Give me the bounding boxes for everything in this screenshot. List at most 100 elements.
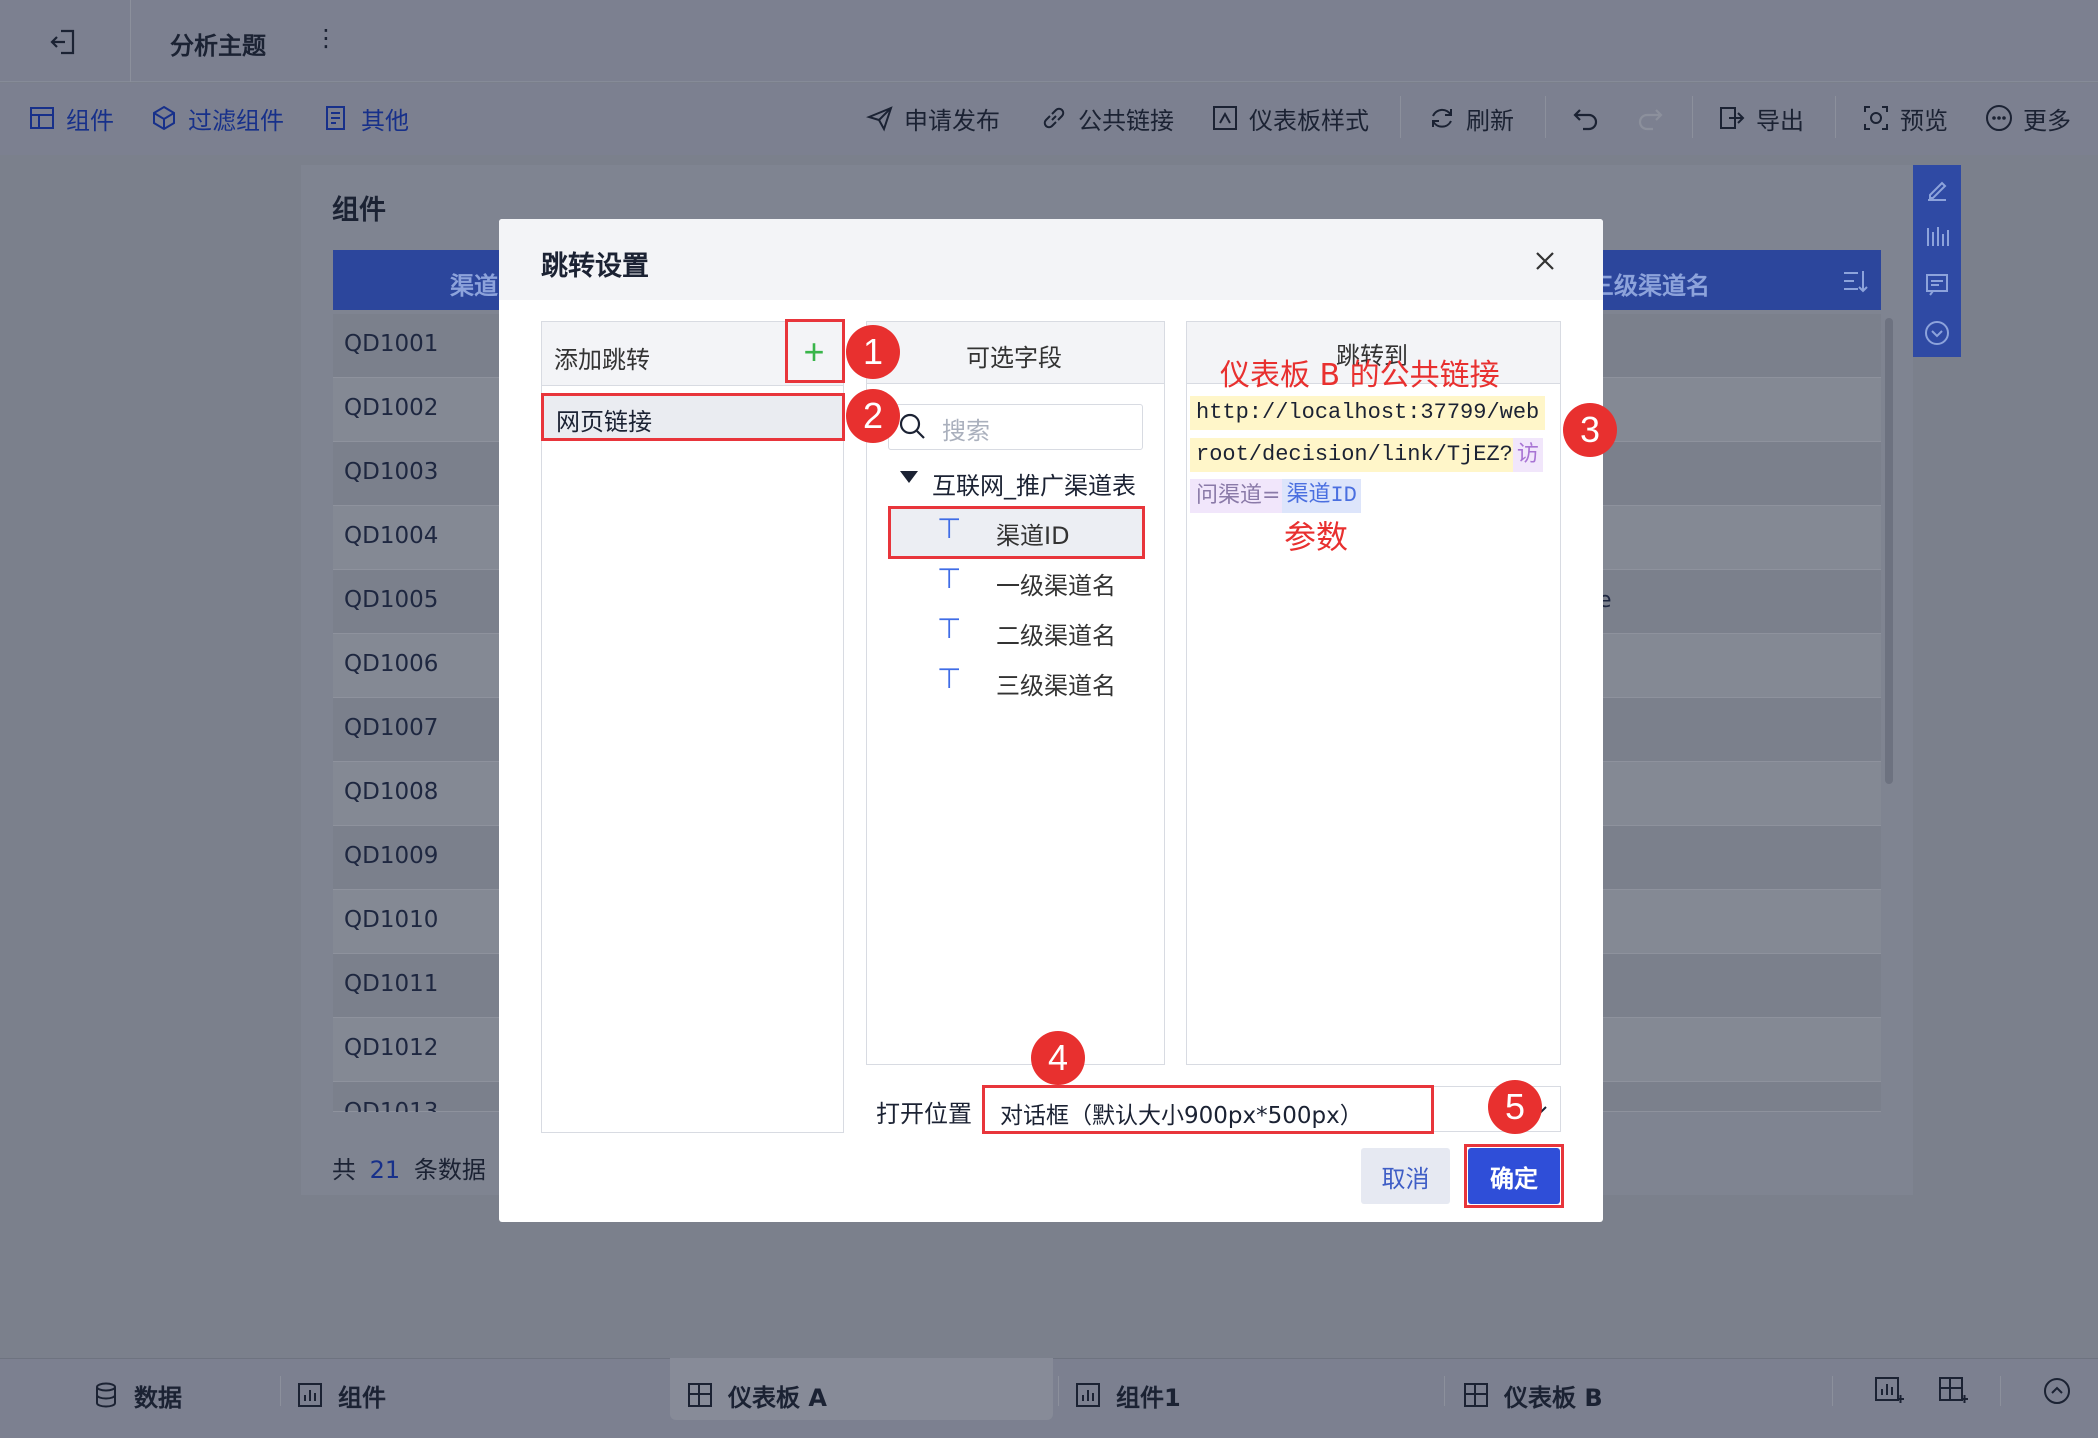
tab-dashboard-a-label: 仪表板 A	[728, 1383, 827, 1412]
search-icon	[896, 410, 928, 442]
style-icon	[1213, 106, 1237, 130]
edit-icon[interactable]	[1922, 176, 1952, 206]
footer-count: 21	[369, 1156, 401, 1184]
jump-list-panel	[541, 321, 844, 1133]
refresh-icon	[1432, 108, 1452, 128]
highlight-field-channel-id	[888, 506, 1145, 559]
link-icon	[1043, 107, 1065, 129]
url-line-2-tail: 访	[1512, 438, 1543, 472]
table-cell-channel-id: QD1006	[344, 651, 439, 677]
dashboard-icon	[688, 1383, 712, 1407]
public-link-label: 公共链接	[1078, 106, 1174, 135]
tab-dashboard-a[interactable]: 仪表板 A	[686, 1375, 827, 1415]
collapse-up-icon[interactable]	[2040, 1374, 2074, 1408]
field-item[interactable]: 二级渠道名	[996, 616, 1116, 651]
highlight-confirm	[1464, 1144, 1564, 1208]
table-header-channel: 渠道	[450, 272, 498, 300]
table-cell-channel-id: QD1002	[344, 395, 439, 421]
send-icon	[866, 106, 893, 132]
other-label: 其他	[361, 106, 409, 135]
add-jump-label: 添加跳转	[554, 346, 650, 374]
tab-component1-label: 组件1	[1116, 1383, 1181, 1412]
title-menu-button[interactable]: ⋮	[314, 24, 338, 52]
filter-component-button[interactable]: 过滤组件	[150, 100, 284, 136]
text-field-icon: ⊤	[937, 563, 962, 594]
other-button[interactable]: 其他	[323, 100, 409, 136]
divider	[1545, 96, 1546, 138]
table-cell-channel-id: QD1009	[344, 843, 439, 869]
divider	[1400, 96, 1401, 138]
refresh-label: 刷新	[1466, 106, 1514, 135]
url-param-channel-id[interactable]: 渠道ID	[1282, 479, 1361, 513]
preview-icon	[1864, 106, 1888, 130]
table-cell-channel-id: QD1003	[344, 459, 439, 485]
text-field-icon: ⊤	[937, 663, 962, 694]
table-cell-channel-id: QD1001	[344, 331, 439, 357]
table-scrollbar[interactable]	[1885, 318, 1893, 784]
dashboard-style-label: 仪表板样式	[1249, 106, 1369, 135]
search-placeholder: 搜索	[942, 417, 990, 445]
footer-suffix: 条数据	[413, 1156, 486, 1184]
export-icon	[1720, 107, 1745, 129]
dialog-header	[499, 219, 1603, 300]
jump-to-panel	[1186, 321, 1561, 1065]
dashboard-style-button[interactable]: 仪表板样式	[1211, 100, 1369, 136]
expand-caret-icon[interactable]	[900, 471, 918, 483]
badge-4: 4	[1031, 1031, 1085, 1085]
redo-icon[interactable]	[1634, 100, 1666, 136]
preview-button[interactable]: 预览	[1862, 100, 1948, 136]
export-label: 导出	[1756, 106, 1804, 135]
dashboard-icon	[1464, 1383, 1488, 1407]
filter-component-icon	[153, 105, 175, 131]
divider	[1444, 1376, 1445, 1406]
table-cell-channel-id: QD1008	[344, 779, 439, 805]
footer-prefix: 共	[332, 1156, 356, 1184]
table-cell-channel-id: QD1011	[344, 971, 439, 997]
url-line-3: 问渠道= 渠道ID	[1190, 479, 1361, 513]
export-button[interactable]: 导出	[1718, 100, 1804, 136]
comment-icon[interactable]	[1922, 270, 1952, 300]
refresh-button[interactable]: 刷新	[1428, 100, 1514, 136]
tab-component1[interactable]: 组件1	[1074, 1375, 1181, 1415]
apply-publish-button[interactable]: 申请发布	[866, 100, 1000, 136]
chevron-down-circle-icon[interactable]	[1922, 318, 1952, 348]
dialog-title: 跳转设置	[541, 251, 649, 282]
highlight-open-position	[982, 1085, 1434, 1134]
component-button[interactable]: 组件	[28, 100, 114, 136]
more-button[interactable]: 更多	[1985, 100, 2071, 136]
apply-publish-label: 申请发布	[904, 106, 1000, 135]
highlight-jump-item	[541, 393, 845, 441]
divider	[1058, 1376, 1059, 1406]
chart-icon	[1076, 1383, 1100, 1407]
chart-bars-icon[interactable]	[1922, 222, 1952, 252]
exit-icon[interactable]	[48, 26, 80, 58]
field-panel-title: 可选字段	[966, 344, 1062, 372]
cancel-button[interactable]: 取消	[1361, 1148, 1450, 1204]
tab-data[interactable]: 数据	[92, 1375, 182, 1415]
add-dashboard-icon[interactable]	[1936, 1374, 1970, 1408]
table-cell-channel-id: QD1004	[344, 523, 439, 549]
annotation-public-link: 仪表板 B 的公共链接	[1220, 358, 1500, 393]
field-item[interactable]: 一级渠道名	[996, 566, 1116, 601]
table-cell-channel-id: QD1012	[344, 1035, 439, 1061]
tab-data-label: 数据	[134, 1383, 182, 1412]
tab-dashboard-b-label: 仪表板 B	[1504, 1383, 1603, 1412]
url-line-1: http://localhost:37799/web	[1190, 396, 1546, 430]
url-line-2-text: root/decision/link/TjEZ?	[1190, 438, 1513, 472]
badge-3: 3	[1563, 403, 1617, 457]
close-icon[interactable]	[1530, 246, 1560, 276]
table-cell-channel-id: QD1007	[344, 715, 439, 741]
tab-component[interactable]: 组件	[296, 1375, 386, 1415]
divider	[1692, 96, 1693, 138]
sort-icon[interactable]	[1840, 266, 1870, 296]
add-component-icon[interactable]	[1872, 1374, 1906, 1408]
public-link-button[interactable]: 公共链接	[1040, 100, 1174, 136]
table-footer: 共 21 条数据	[332, 1150, 486, 1185]
more-label: 更多	[2023, 106, 2071, 135]
tab-dashboard-b[interactable]: 仪表板 B	[1462, 1375, 1603, 1415]
undo-icon[interactable]	[1570, 100, 1602, 136]
text-field-icon: ⊤	[937, 613, 962, 644]
component-label: 组件	[66, 106, 114, 135]
field-item[interactable]: 三级渠道名	[996, 666, 1116, 701]
divider	[1832, 1376, 1833, 1406]
